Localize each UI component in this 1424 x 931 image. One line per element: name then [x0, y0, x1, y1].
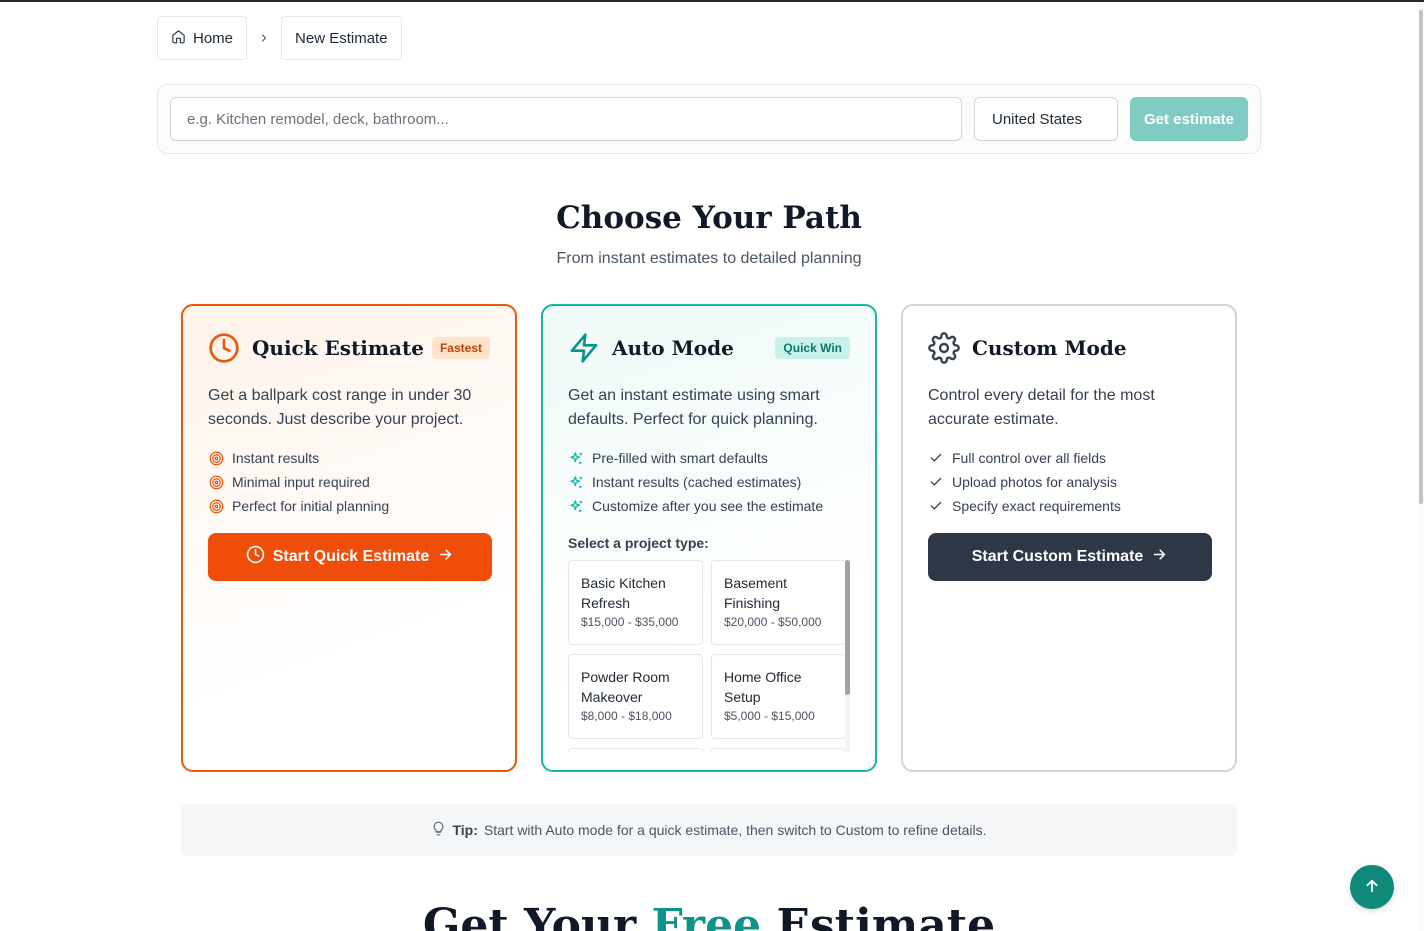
- button-label: Start Quick Estimate: [272, 548, 430, 565]
- arrow-right-icon: [437, 546, 454, 568]
- breadcrumb-home-label: Home: [193, 29, 234, 47]
- feature-text: Pre-filled with smart defaults: [592, 450, 768, 466]
- breadcrumb-home-link[interactable]: Home: [157, 16, 248, 60]
- project-type-range: $20,000 - $50,000: [724, 615, 822, 629]
- project-type-option[interactable]: Basic Kitchen Refresh $15,000 - $35,000: [568, 560, 703, 645]
- start-custom-estimate-button[interactable]: Start Custom Estimate: [928, 533, 1212, 581]
- target-icon: [208, 474, 224, 490]
- card-header: Custom Mode: [928, 332, 1210, 364]
- custom-mode-card[interactable]: Custom Mode Control every detail for the…: [901, 304, 1237, 772]
- free-estimate-heading: Get Your Free Estimate: [0, 900, 1418, 931]
- arrow-right-icon: [1151, 546, 1168, 568]
- project-type-scrollbar[interactable]: [845, 560, 850, 752]
- target-icon: [208, 450, 224, 466]
- project-type-list: Basic Kitchen Refresh $15,000 - $35,000 …: [568, 560, 850, 752]
- project-type-option[interactable]: Home Office Setup $5,000 - $15,000: [711, 654, 846, 739]
- card-title: Auto Mode: [612, 336, 734, 360]
- clock-icon: [208, 332, 240, 364]
- card-description: Control every detail for the most accura…: [928, 387, 1155, 428]
- project-type-option[interactable]: Basement Finishing $20,000 - $50,000: [711, 560, 846, 645]
- tip-label: Tip:: [452, 822, 478, 838]
- target-icon: [208, 498, 224, 514]
- feature-text: Upload photos for analysis: [952, 474, 1117, 490]
- clock-icon: [246, 545, 265, 569]
- start-quick-estimate-button[interactable]: Start Quick Estimate: [208, 533, 492, 581]
- card-description: Get a ballpark cost range in under 30 se…: [208, 387, 472, 428]
- feature-text: Customize after you see the estimate: [592, 498, 824, 514]
- page-subtitle: From instant estimates to detailed plann…: [556, 250, 862, 267]
- breadcrumb: Home New Estimate: [157, 16, 402, 60]
- list-item: Instant results: [208, 446, 490, 470]
- list-item: Pre-filled with smart defaults: [568, 446, 850, 470]
- list-item: Full control over all fields: [928, 446, 1210, 470]
- sparkles-icon: [568, 498, 584, 514]
- page-scrollbar[interactable]: [1418, 2, 1424, 931]
- get-estimate-button[interactable]: Get estimate: [1130, 97, 1248, 141]
- project-type-name: Basic Kitchen Refresh: [581, 575, 666, 611]
- feature-list: Full control over all fields Upload phot…: [928, 446, 1210, 518]
- scrollbar-thumb[interactable]: [845, 560, 850, 695]
- card-title: Custom Mode: [972, 336, 1127, 360]
- project-type-option[interactable]: [568, 748, 703, 752]
- project-type-option[interactable]: [711, 748, 846, 752]
- page-title: Choose Your Path: [556, 200, 862, 236]
- country-select-value: United States: [992, 110, 1083, 128]
- breadcrumb-current-label: New Estimate: [295, 29, 388, 47]
- list-item: Minimal input required: [208, 470, 490, 494]
- feature-text: Instant results: [232, 450, 320, 466]
- project-type-name: Basement Finishing: [724, 575, 788, 611]
- tip-banner: Tip: Start with Auto mode for a quick es…: [181, 804, 1237, 856]
- feature-list: Pre-filled with smart defaults Instant r…: [568, 446, 850, 518]
- check-icon: [928, 498, 944, 514]
- list-item: Upload photos for analysis: [928, 470, 1210, 494]
- feature-text: Specify exact requirements: [952, 498, 1121, 514]
- feature-text: Minimal input required: [232, 474, 370, 490]
- check-icon: [928, 450, 944, 466]
- breadcrumb-current[interactable]: New Estimate: [281, 16, 402, 60]
- lightning-icon: [568, 332, 600, 364]
- check-icon: [928, 474, 944, 490]
- heading-part: Estimate: [776, 900, 996, 931]
- feature-text: Instant results (cached estimates): [592, 474, 802, 490]
- gear-icon: [928, 332, 960, 364]
- project-type-name: Home Office Setup: [724, 669, 802, 705]
- estimate-search-bar: United States Get estimate: [157, 84, 1261, 154]
- card-description: Get an instant estimate using smart defa…: [568, 387, 820, 428]
- project-type-name: Powder Room Makeover: [581, 669, 670, 705]
- home-icon: [171, 29, 186, 48]
- tip-text: Start with Auto mode for a quick estimat…: [483, 822, 987, 838]
- chevron-right-icon: [257, 32, 271, 44]
- feature-text: Full control over all fields: [952, 450, 1107, 466]
- feature-list: Instant results Minimal input required P…: [208, 446, 490, 518]
- list-item: Customize after you see the estimate: [568, 494, 850, 518]
- scrollbar-thumb[interactable]: [1419, 10, 1423, 504]
- heading-part: Get Your: [422, 900, 637, 931]
- list-item: Perfect for initial planning: [208, 494, 490, 518]
- list-item: Instant results (cached estimates): [568, 470, 850, 494]
- project-type-range: $15,000 - $35,000: [581, 615, 679, 629]
- heading-accent: Free: [651, 900, 762, 931]
- feature-text: Perfect for initial planning: [232, 498, 390, 514]
- status-badge: Quick Win: [775, 337, 850, 359]
- quick-estimate-card[interactable]: Quick Estimate Fastest Get a ballpark co…: [181, 304, 517, 772]
- arrow-up-icon: [1363, 877, 1381, 898]
- sparkles-icon: [568, 474, 584, 490]
- card-header: Auto Mode Quick Win: [568, 332, 850, 364]
- project-search-input[interactable]: [170, 97, 962, 141]
- sparkles-icon: [568, 450, 584, 466]
- auto-mode-card[interactable]: Auto Mode Quick Win Get an instant estim…: [541, 304, 877, 772]
- button-label: Start Custom Estimate: [971, 548, 1144, 565]
- scroll-to-top-button[interactable]: [1350, 865, 1394, 909]
- status-badge: Fastest: [431, 337, 490, 359]
- country-select[interactable]: United States: [974, 97, 1118, 141]
- project-type-range: $8,000 - $18,000: [581, 709, 672, 723]
- card-title: Quick Estimate: [252, 336, 424, 360]
- card-header: Quick Estimate Fastest: [208, 332, 490, 364]
- project-type-option[interactable]: Powder Room Makeover $8,000 - $18,000: [568, 654, 703, 739]
- list-item: Specify exact requirements: [928, 494, 1210, 518]
- project-type-range: $5,000 - $15,000: [724, 709, 815, 723]
- project-type-label: Select a project type:: [568, 535, 709, 551]
- lightbulb-icon: [431, 821, 446, 839]
